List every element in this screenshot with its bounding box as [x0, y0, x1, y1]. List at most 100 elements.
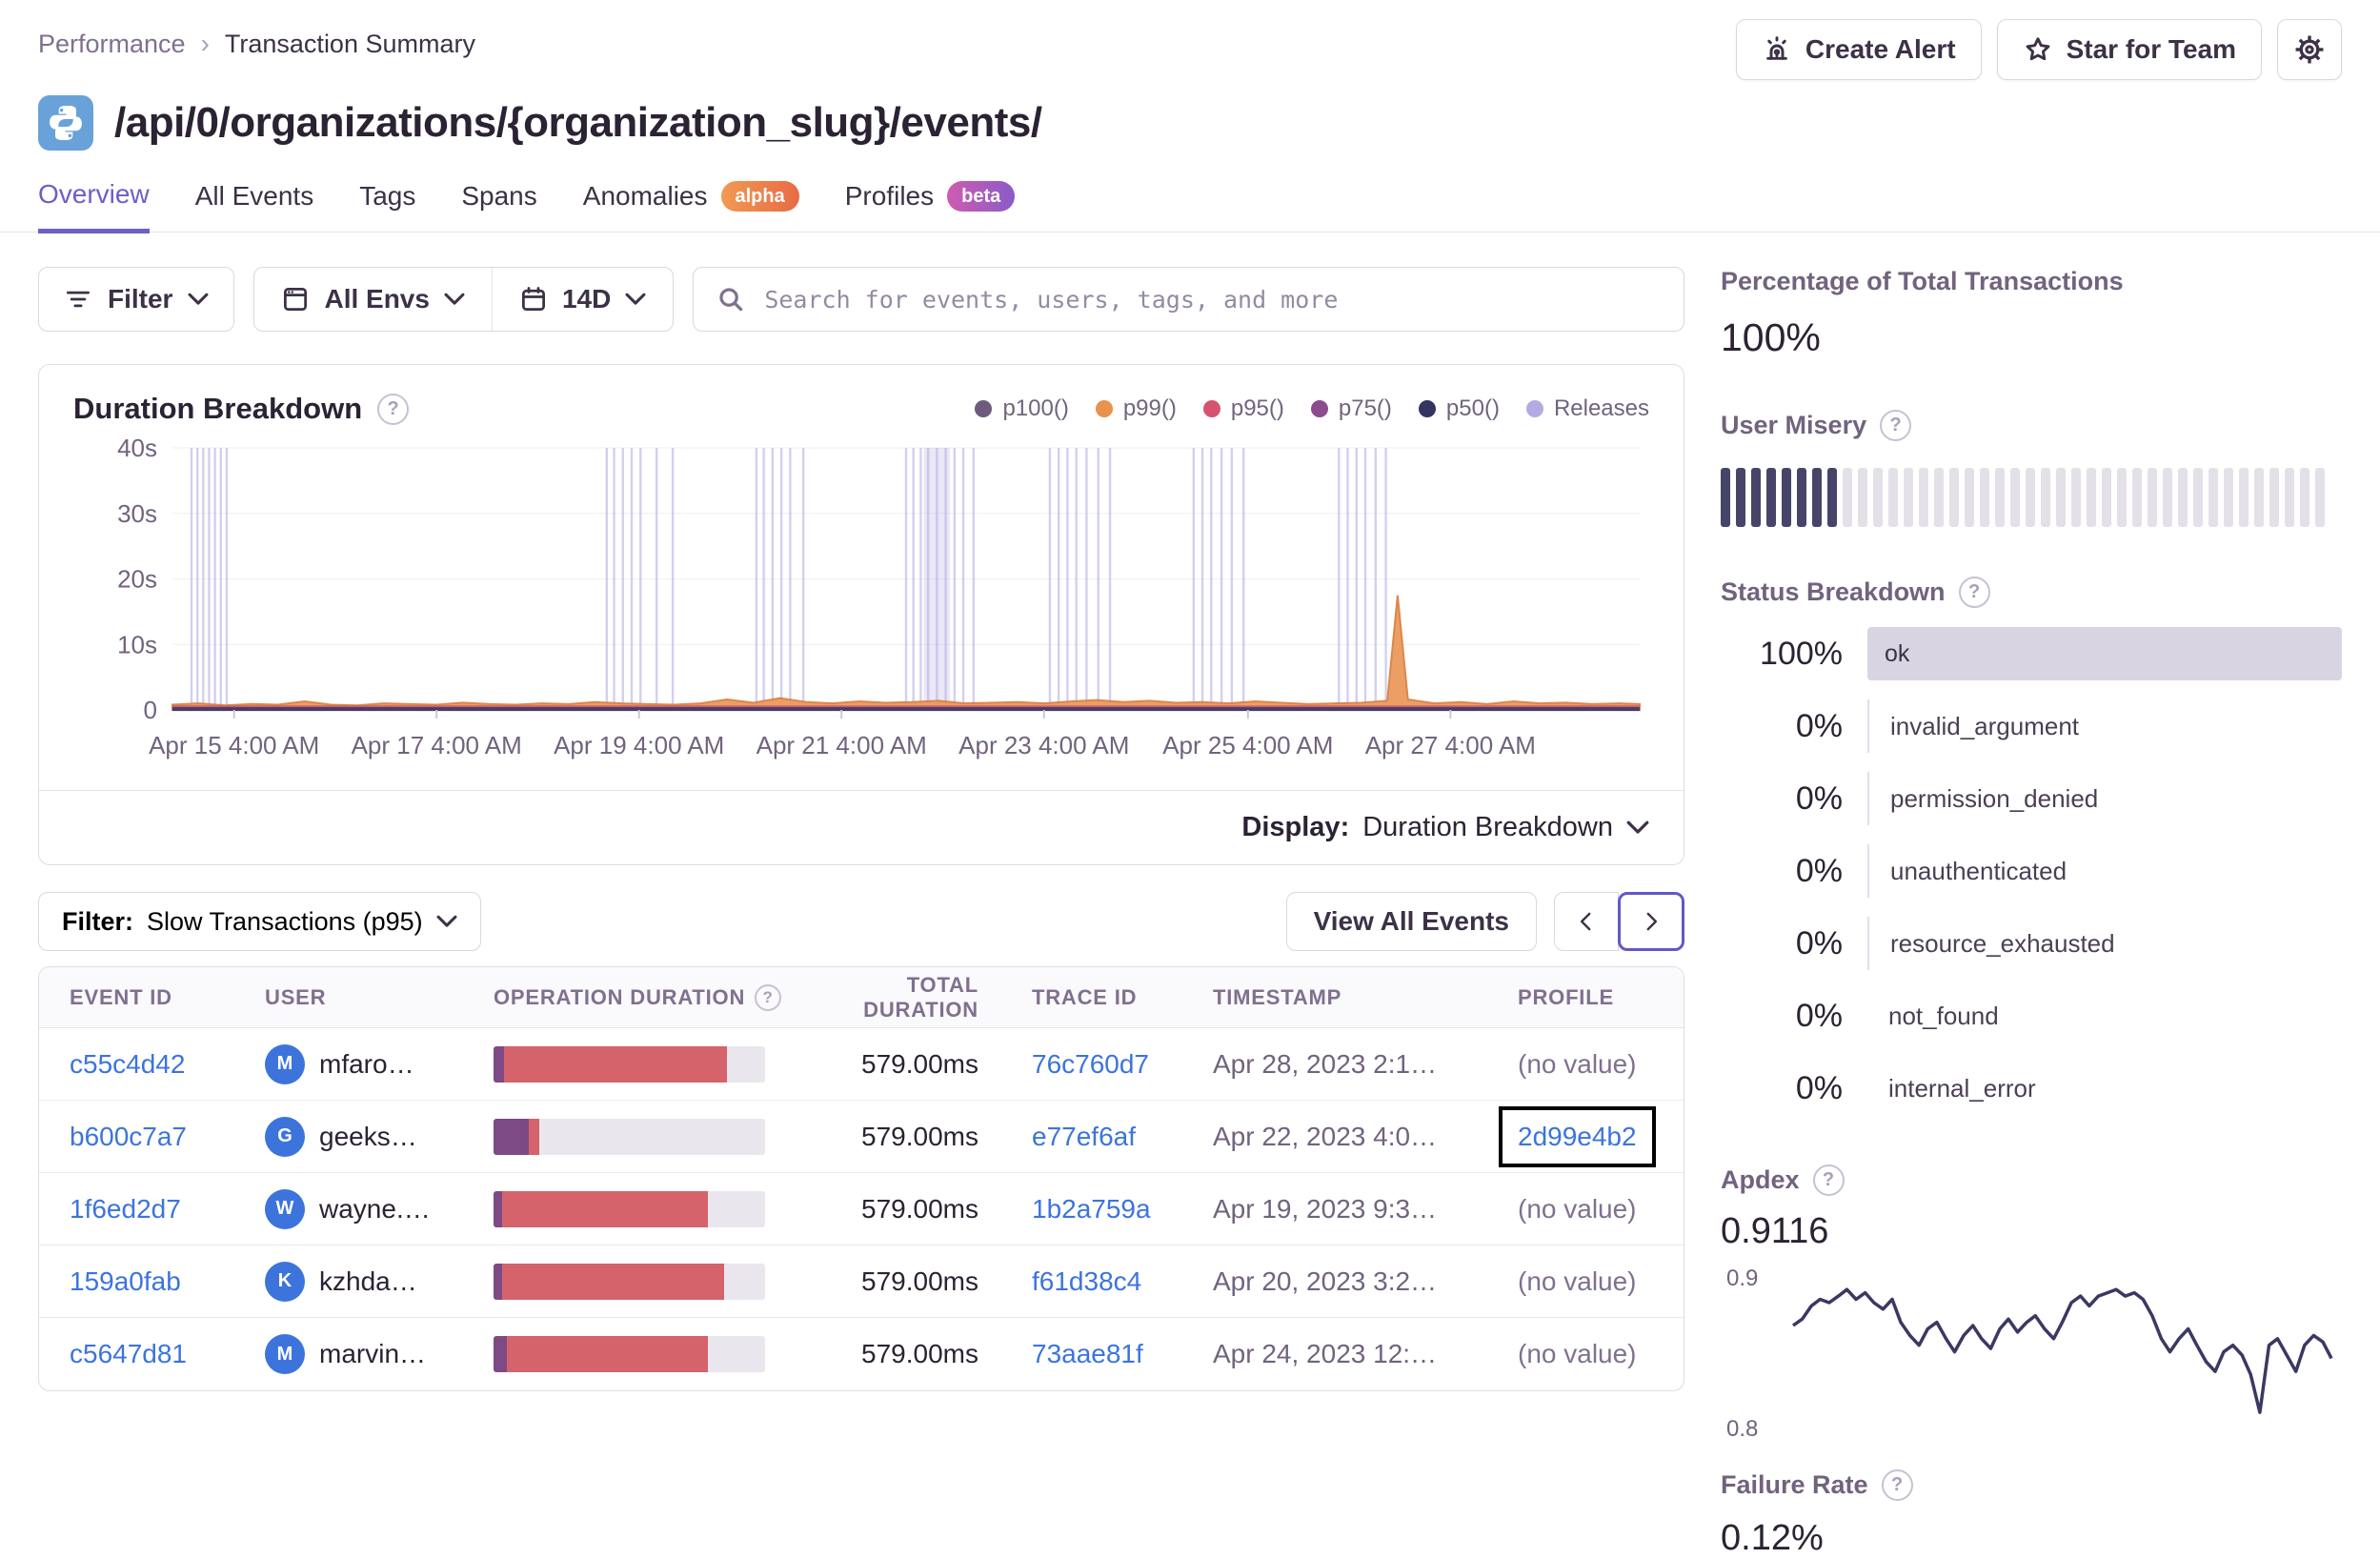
operation-duration-bar [494, 1336, 765, 1372]
top-actions: Create Alert Star for Team [1735, 19, 2342, 80]
question-icon[interactable]: ? [377, 393, 410, 425]
user-name: geeks… [319, 1121, 417, 1151]
environment-selector[interactable]: All Envs [254, 268, 491, 331]
status-label: not_found [1888, 1001, 1999, 1030]
transactions-filter-button[interactable]: Filter: Slow Transactions (p95) [38, 892, 481, 951]
misery-bar-empty [2041, 468, 2050, 527]
user-misery-title: User Misery [1721, 411, 1867, 439]
star-for-team-button[interactable]: Star for Team [1996, 19, 2262, 80]
trace-id-link[interactable]: 76c760d7 [1032, 1049, 1213, 1080]
trace-id-link[interactable]: 73aae81f [1032, 1339, 1213, 1369]
user-name: wayne.… [319, 1193, 431, 1224]
search-input[interactable] [762, 284, 1661, 314]
legend-item-p99[interactable]: p99() [1095, 395, 1177, 422]
top-bar: Performance › Transaction Summary Create… [0, 0, 2380, 80]
main-column: Filter All Envs 14D Search for events, u… [38, 267, 1684, 1559]
event-id-link[interactable]: 1f6ed2d7 [70, 1194, 265, 1225]
legend-item-p50[interactable]: p50() [1418, 395, 1500, 422]
status-label: unauthenticated [1890, 856, 2067, 885]
tab-label: All Events [194, 180, 314, 211]
duration-breakdown-chart[interactable]: 40s 30s 20s 10s 0 Apr 15 4:00 AM Apr 17 4:00 A… [72, 434, 1650, 775]
status-body: invalid_argument [1867, 699, 2342, 753]
legend-dot [1310, 400, 1328, 417]
tab-overview[interactable]: Overview [38, 179, 150, 233]
event-id-link[interactable]: b600c7a7 [70, 1122, 265, 1152]
status-row-invalid_argument: 0% invalid_argument [1721, 699, 2342, 753]
trace-id-link[interactable]: e77ef6af [1032, 1122, 1213, 1152]
status-percentage: 0% [1795, 1069, 1843, 1106]
tab-all-events[interactable]: All Events [195, 179, 314, 232]
avatar: M [265, 1334, 305, 1374]
avatar: W [265, 1188, 305, 1229]
create-alert-button[interactable]: Create Alert [1735, 19, 1982, 80]
misery-bar-empty [2209, 468, 2218, 527]
legend-label: p50() [1445, 395, 1500, 421]
question-icon[interactable]: ? [1958, 577, 1990, 608]
question-icon[interactable]: ? [1881, 1469, 1913, 1501]
http-segment [529, 1118, 540, 1155]
svg-text:20s: 20s [117, 565, 157, 594]
legend-item-p75[interactable]: p75() [1310, 395, 1392, 422]
legend-label: p95() [1230, 395, 1284, 421]
timestamp: Apr 20, 2023 3:2… [1213, 1265, 1438, 1296]
question-icon[interactable]: ? [1880, 410, 1912, 441]
display-select[interactable]: Duration Breakdown [1362, 812, 1649, 843]
settings-button[interactable] [2277, 19, 2342, 80]
user-name: marvin… [319, 1339, 427, 1368]
db-segment [494, 1336, 508, 1372]
previous-page-button[interactable] [1554, 892, 1619, 951]
user-cell: Kkzhda… [265, 1261, 494, 1302]
misery-bar-empty [1919, 468, 1928, 527]
timestamp: Apr 19, 2023 9:3… [1213, 1193, 1438, 1224]
trace-id-link[interactable]: 1b2a759a [1032, 1194, 1213, 1225]
question-icon[interactable]: ? [1812, 1164, 1845, 1196]
svg-text:30s: 30s [117, 499, 157, 528]
content: Filter All Envs 14D Search for events, u… [0, 233, 2380, 1559]
profile-id-link[interactable]: 2d99e4b2 [1518, 1122, 1637, 1151]
legend-item-p95[interactable]: p95() [1202, 395, 1284, 422]
misery-bar-filled [1782, 468, 1791, 527]
column-header-label: TRACE ID [1032, 984, 1138, 1009]
filter-button-label: Filter [108, 284, 173, 314]
avatar: G [265, 1116, 305, 1157]
next-page-button[interactable] [1618, 892, 1684, 951]
column-header: TIMESTAMP [1213, 985, 1518, 1010]
svg-text:Apr 25 4:00 AM: Apr 25 4:00 AM [1162, 731, 1333, 759]
column-header-label: USER [265, 984, 327, 1009]
failure-rate-value: 0.12% [1721, 1518, 1824, 1558]
legend-item-p100[interactable]: p100() [975, 395, 1069, 422]
star-for-team-label: Star for Team [2066, 34, 2236, 64]
trace-id-link[interactable]: f61d38c4 [1032, 1266, 1213, 1297]
status-percentage: 0% [1795, 997, 1843, 1034]
misery-bar-empty [1934, 468, 1944, 527]
date-range-selector[interactable]: 14D [491, 268, 673, 331]
legend-item-Releases[interactable]: Releases [1525, 395, 1649, 422]
avatar: K [265, 1261, 305, 1302]
view-all-events-button[interactable]: View All Events [1285, 892, 1537, 951]
avatar: M [265, 1043, 305, 1084]
status-body: permission_denied [1867, 772, 2342, 825]
total-duration: 579.00ms [861, 1048, 978, 1079]
svg-text:Apr 23 4:00 AM: Apr 23 4:00 AM [958, 731, 1129, 759]
filter-button[interactable]: Filter [38, 267, 235, 332]
chevron-down-icon [189, 293, 209, 305]
svg-text:Apr 19 4:00 AM: Apr 19 4:00 AM [554, 731, 724, 759]
misery-bar-empty [2087, 468, 2096, 527]
question-icon[interactable]: ? [755, 983, 782, 1011]
misery-bar-filled [1797, 468, 1806, 527]
breadcrumb: Performance › Transaction Summary [38, 19, 475, 59]
breadcrumb-performance[interactable]: Performance [38, 30, 186, 59]
apdex-y-max-label: 0.9 [1726, 1265, 1759, 1291]
event-id-link[interactable]: 159a0fab [70, 1266, 265, 1297]
tab-tags[interactable]: Tags [359, 179, 415, 232]
tab-profiles[interactable]: Profiles beta [845, 179, 1016, 232]
status-label: resource_exhausted [1890, 928, 2115, 958]
column-header: PROFILE [1518, 985, 1653, 1010]
misery-bar-empty [2071, 468, 2081, 527]
column-header-label: TIMESTAMP [1213, 984, 1342, 1009]
display-row: Display: Duration Breakdown [39, 790, 1684, 864]
event-id-link[interactable]: c5647d81 [70, 1339, 265, 1369]
tab-spans[interactable]: Spans [461, 179, 536, 232]
event-id-link[interactable]: c55c4d42 [70, 1049, 265, 1080]
tab-anomalies[interactable]: Anomalies alpha [583, 179, 799, 232]
